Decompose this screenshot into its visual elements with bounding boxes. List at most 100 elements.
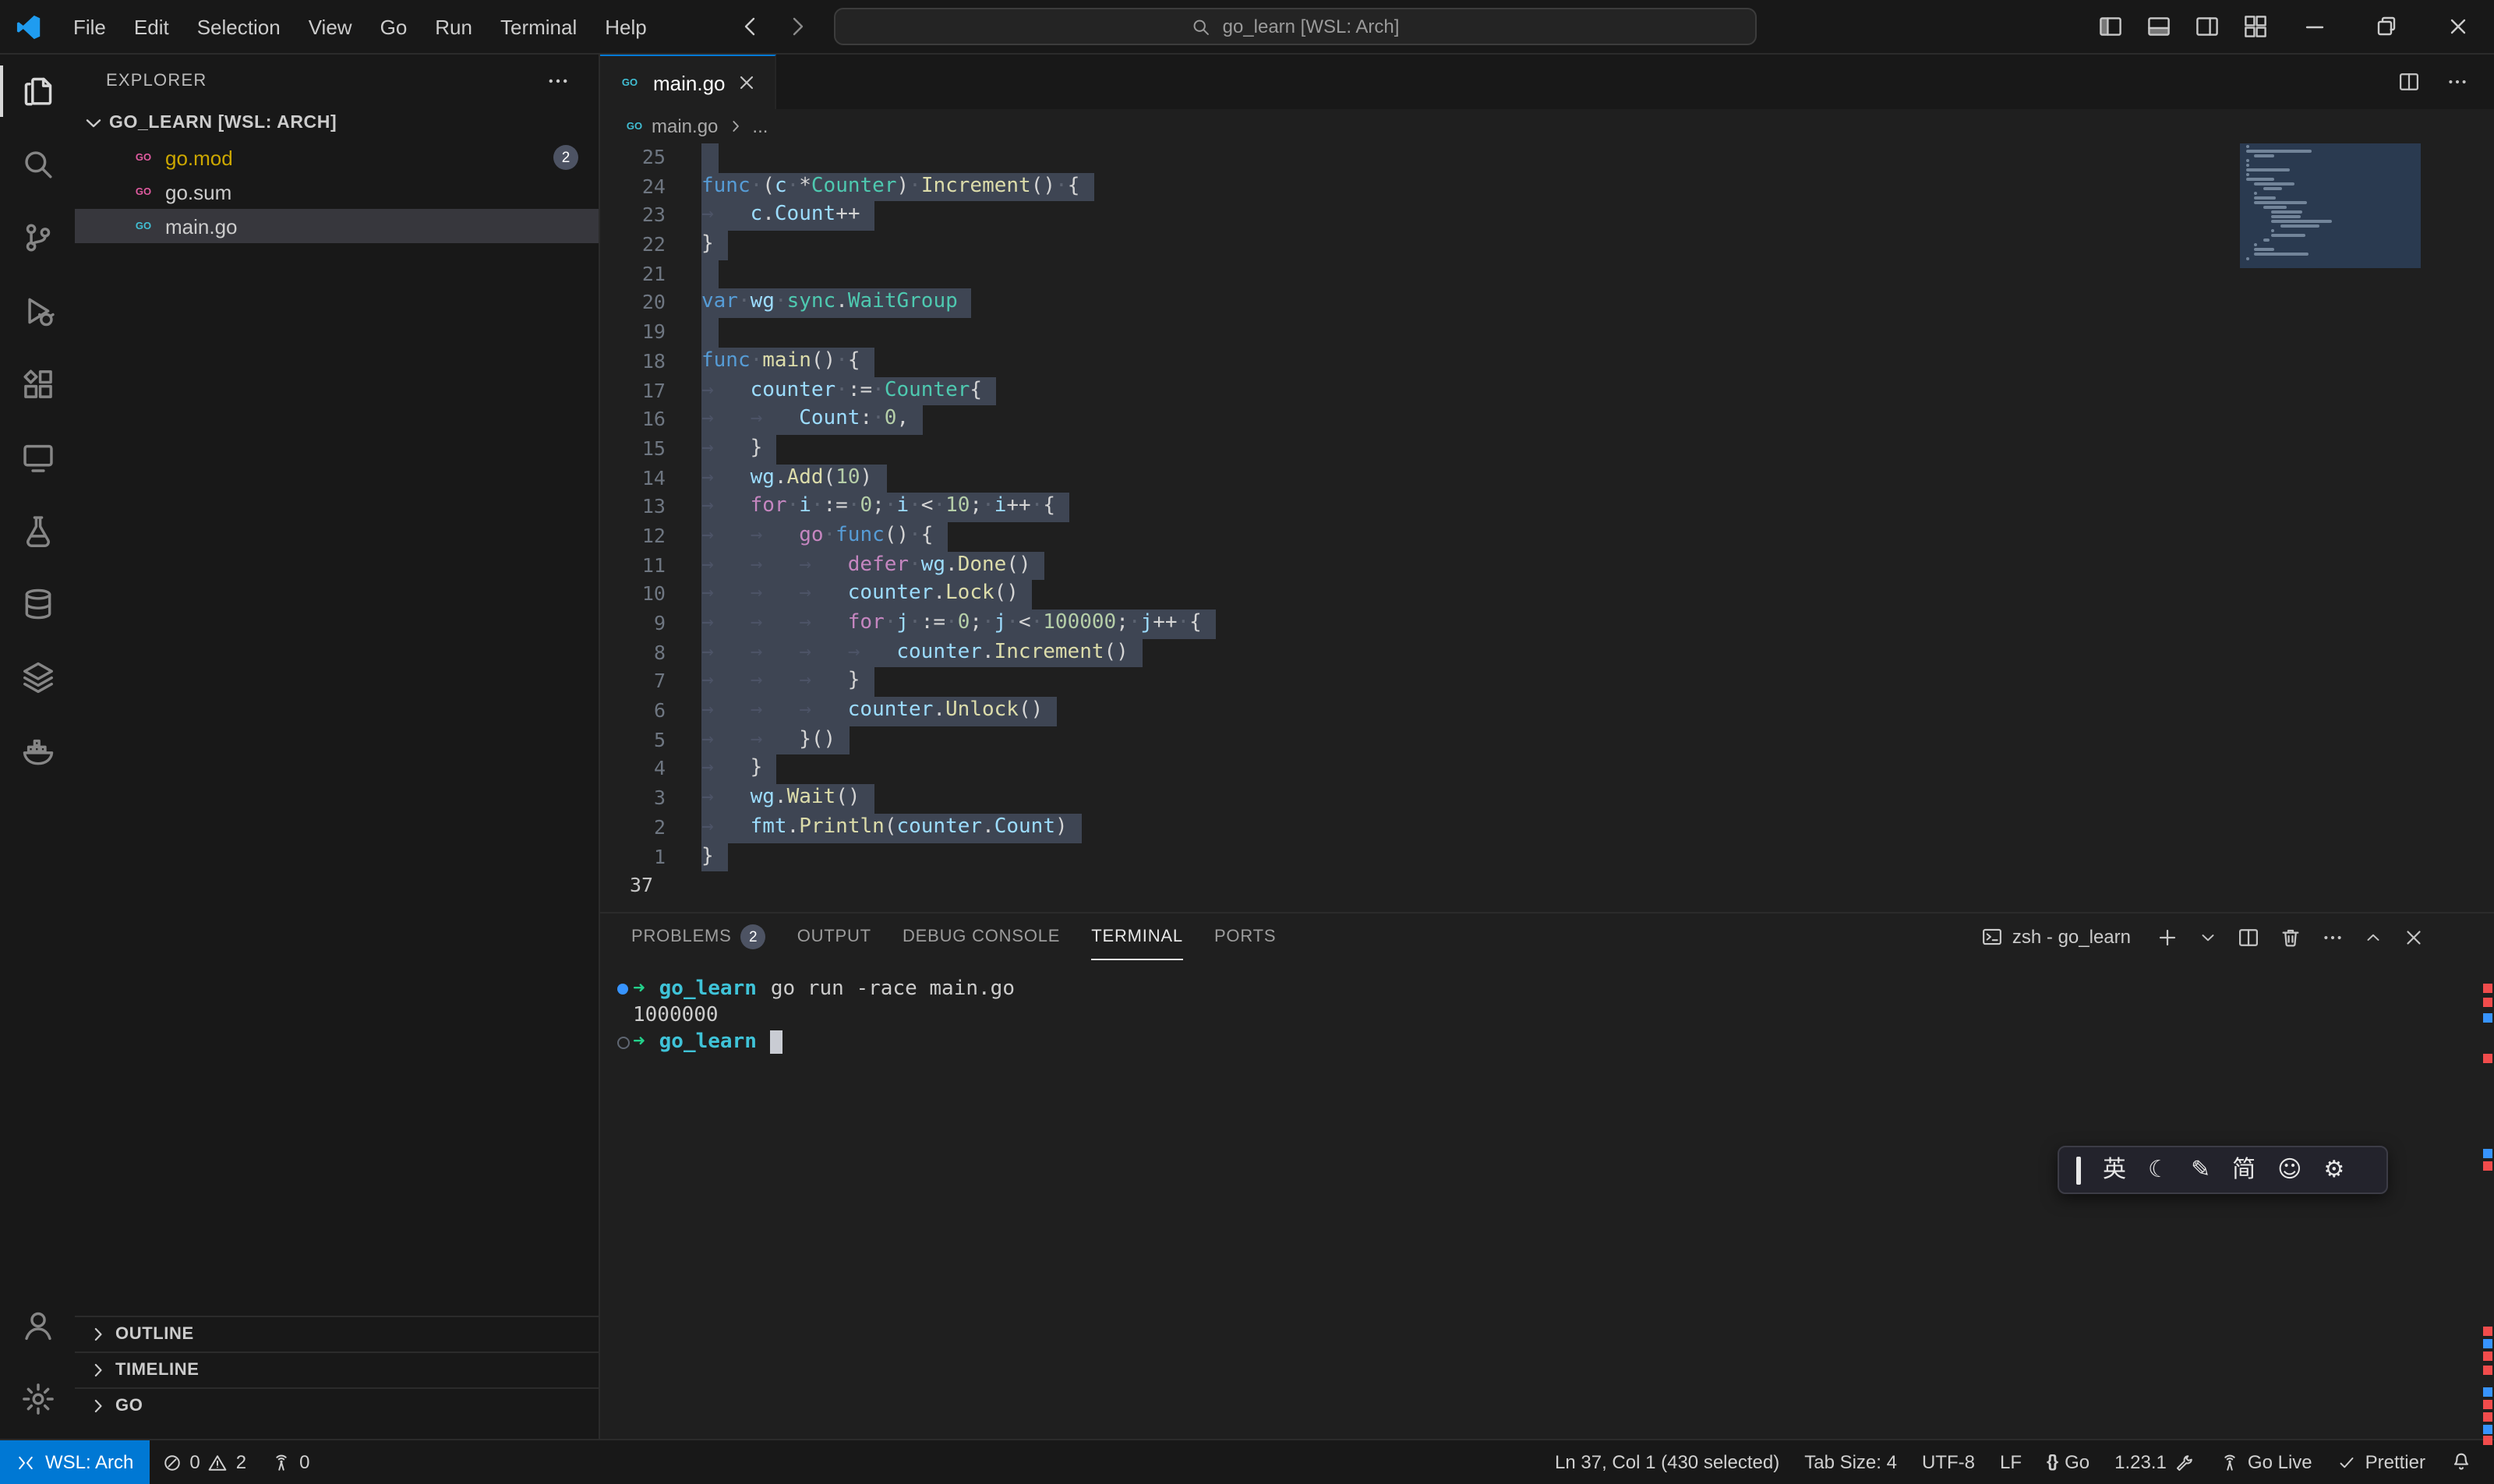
more-actions-icon[interactable] [546, 68, 571, 93]
space-whitespace: · [945, 611, 958, 634]
panel-tab-ports[interactable]: PORTS [1214, 913, 1276, 960]
ime-english-button[interactable]: 英 [2103, 1158, 2126, 1182]
tab-whitespace: → [799, 610, 848, 638]
scrollbar-annotations[interactable] [2483, 0, 2492, 1484]
line-content: func·(c·*Counter)·Increment()·{ [701, 172, 1093, 201]
line-content: →wg.Wait() [701, 784, 874, 813]
file-main-go[interactable]: GOmain.go [75, 209, 599, 243]
toggle-panel-icon[interactable] [2146, 14, 2171, 39]
extensions-button[interactable] [0, 348, 75, 421]
minimap-line [2246, 150, 2312, 153]
token: () [994, 582, 1019, 606]
toggle-sidebar-icon[interactable] [2097, 14, 2122, 39]
token: j [1141, 611, 1153, 634]
toggle-secondary-sidebar-icon[interactable] [2194, 14, 2219, 39]
ime-simplified-button[interactable]: 简 [2232, 1158, 2256, 1182]
code-line: 11→→→defer·wg.Done() [600, 551, 2494, 580]
go-version-label: 1.23.1 [2114, 1451, 2167, 1473]
menu-view[interactable]: View [295, 0, 366, 53]
tab-whitespace: → [799, 697, 848, 726]
prettier-status[interactable]: Prettier [2325, 1440, 2438, 1484]
terminal-dropdown-icon[interactable] [2198, 927, 2218, 947]
panel-tab-problems[interactable]: PROBLEMS2 [631, 913, 766, 960]
layers-button[interactable] [0, 641, 75, 714]
braces-icon: {} [2047, 1453, 2057, 1472]
tab-main-go[interactable]: GO main.go [600, 55, 777, 109]
close-window-icon[interactable] [2446, 14, 2471, 39]
panel-more-icon[interactable] [2321, 925, 2344, 949]
space-whitespace: · [1031, 611, 1044, 634]
space-whitespace: · [824, 524, 836, 547]
menu-terminal[interactable]: Terminal [486, 0, 591, 53]
menu-selection[interactable]: Selection [183, 0, 295, 53]
cursor-position[interactable]: Ln 37, Col 1 (430 selected) [1542, 1440, 1792, 1484]
go-version-status[interactable]: 1.23.1 [2102, 1440, 2207, 1484]
customize-layout-icon[interactable] [2242, 14, 2267, 39]
tab-close-icon[interactable] [737, 72, 758, 94]
line-number: 14 [600, 464, 686, 493]
section-outline[interactable]: OUTLINE [75, 1316, 599, 1352]
ime-pen-button[interactable]: ✎ [2191, 1158, 2210, 1182]
search-button[interactable] [0, 128, 75, 201]
ime-moon-button[interactable]: ☾ [2148, 1158, 2169, 1182]
menu-run[interactable]: Run [421, 0, 486, 53]
panel-tab-debug-console[interactable]: DEBUG CONSOLE [903, 913, 1060, 960]
folder-root[interactable]: GO_LEARN [WSL: ARCH] [75, 106, 599, 140]
testing-icon [19, 513, 55, 549]
more-editor-actions-icon[interactable] [2446, 70, 2469, 94]
new-terminal-icon[interactable] [2156, 925, 2179, 949]
close-panel-icon[interactable] [2402, 925, 2425, 949]
menu-go[interactable]: Go [366, 0, 422, 53]
problems-status[interactable]: 0 2 [149, 1440, 259, 1484]
source-control-button[interactable] [0, 201, 75, 274]
go-live-button[interactable]: Go Live [2207, 1440, 2325, 1484]
section-timeline[interactable]: TIMELINE [75, 1352, 599, 1387]
breadcrumb-file[interactable]: main.go [652, 115, 718, 137]
testing-button[interactable] [0, 494, 75, 567]
breadcrumb[interactable]: GO main.go ... [600, 109, 2494, 143]
token: ·<· [1006, 611, 1043, 634]
command-center[interactable]: go_learn [WSL: Arch] [834, 8, 1757, 45]
line-number: 2 [600, 814, 686, 843]
extensions-icon [19, 366, 55, 402]
remote-explorer-button[interactable] [0, 421, 75, 494]
restore-icon[interactable] [2374, 14, 2399, 39]
forward-icon[interactable] [786, 14, 811, 39]
prompt-arrow: ➜ [633, 976, 645, 1002]
menu-help[interactable]: Help [591, 0, 661, 53]
maximize-panel-icon[interactable] [2363, 927, 2383, 947]
indentation-status[interactable]: Tab Size: 4 [1792, 1440, 1909, 1484]
terminal-instance[interactable]: zsh - go_learn [1981, 926, 2131, 948]
section-go[interactable]: GO [75, 1387, 599, 1423]
accounts-button[interactable] [0, 1289, 75, 1362]
menu-edit[interactable]: Edit [120, 0, 183, 53]
menu-file[interactable]: File [59, 0, 120, 53]
ime-emoji-button[interactable]: ☺ [2277, 1158, 2301, 1182]
panel-tab-output[interactable]: OUTPUT [797, 913, 871, 960]
notifications-button[interactable] [2438, 1440, 2485, 1484]
terminal-viewport[interactable]: ➜go_learngo run -race main.go1000000➜go_… [600, 960, 2494, 1439]
file-go-mod[interactable]: GOgo.mod2 [75, 140, 599, 175]
split-editor-icon[interactable] [2397, 70, 2421, 94]
language-status[interactable]: {} Go [2034, 1440, 2102, 1484]
eol-status[interactable]: LF [1987, 1440, 2034, 1484]
ime-settings-button[interactable]: ⚙ [2323, 1158, 2344, 1182]
kill-terminal-icon[interactable] [2279, 925, 2302, 949]
minimize-icon[interactable] [2302, 14, 2327, 39]
containers-button[interactable] [0, 714, 75, 787]
encoding-status[interactable]: UTF-8 [1909, 1440, 1987, 1484]
panel-tab-terminal[interactable]: TERMINAL [1091, 913, 1183, 960]
settings-button[interactable] [0, 1362, 75, 1436]
ports-status[interactable]: 0 [259, 1440, 322, 1484]
split-terminal-icon[interactable] [2237, 925, 2260, 949]
file-go-sum[interactable]: GOgo.sum [75, 175, 599, 209]
back-icon[interactable] [737, 14, 762, 39]
minimap[interactable] [2240, 143, 2421, 268]
database-button[interactable] [0, 567, 75, 641]
breadcrumb-symbol[interactable]: ... [752, 115, 768, 137]
run-debug-button[interactable] [0, 274, 75, 348]
space-whitespace: · [1006, 611, 1019, 634]
explorer-button[interactable] [0, 55, 75, 128]
editor[interactable]: 2524func·(c·*Counter)·Increment()·{23→c.… [600, 143, 2494, 912]
remote-indicator[interactable]: WSL: Arch [0, 1440, 149, 1484]
